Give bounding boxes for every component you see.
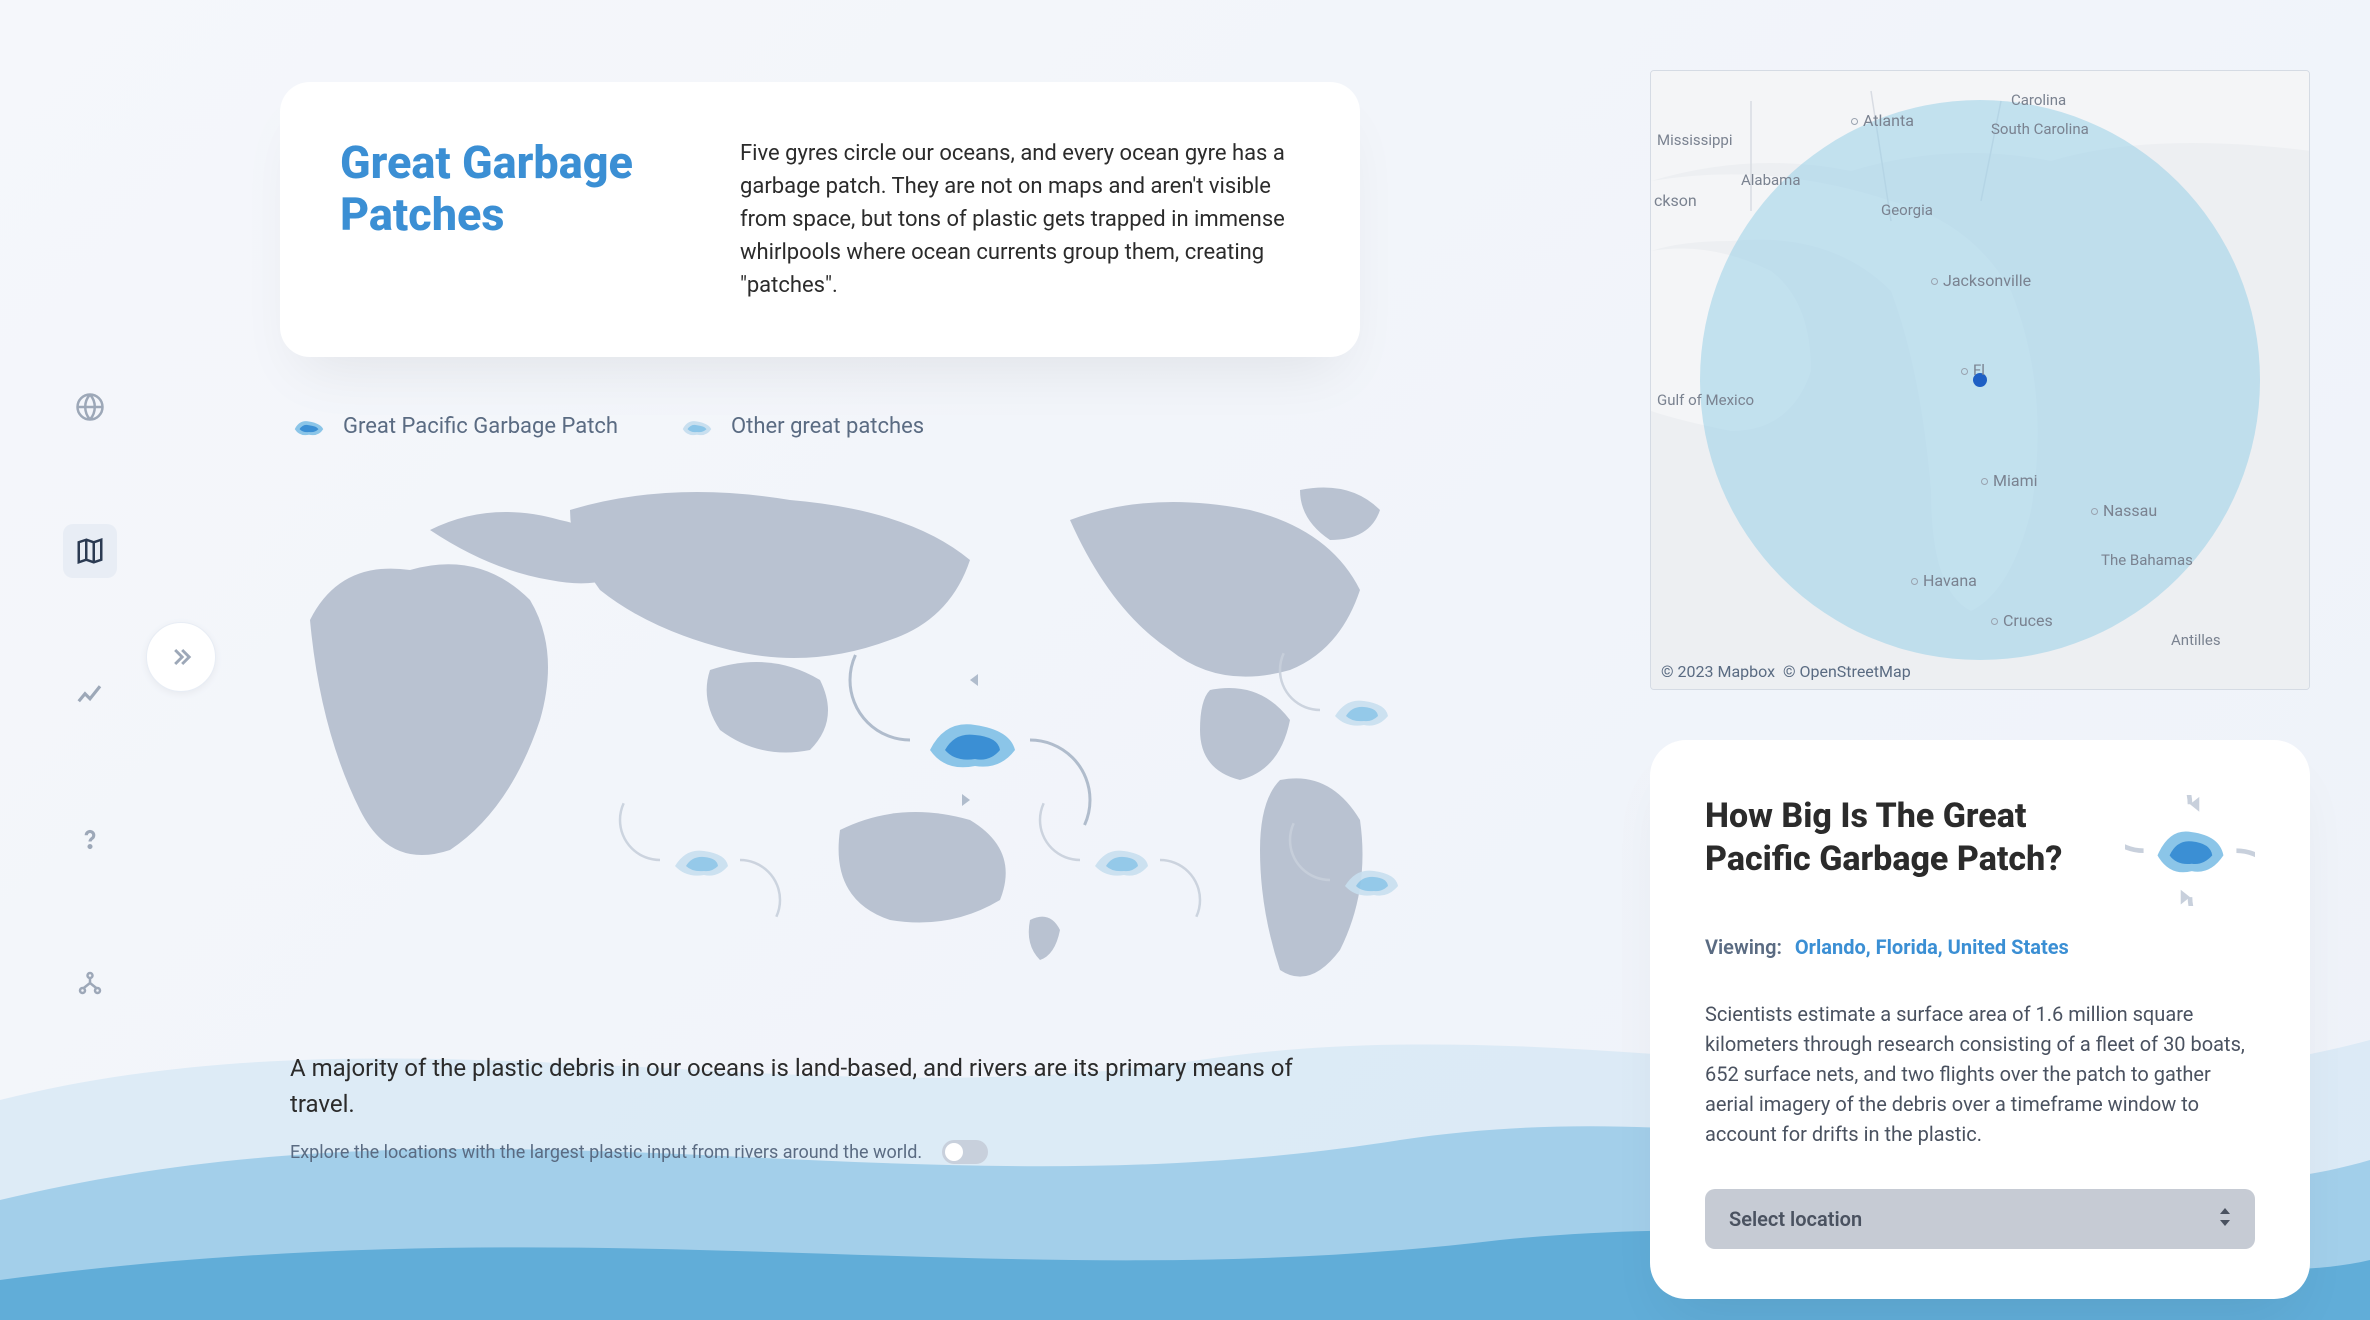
map-label: Alabama	[1741, 171, 1801, 189]
info-card: How Big Is The Great Pacific Garbage Pat…	[1650, 740, 2310, 1299]
header-card: Great Garbage Patches Five gyres circle …	[280, 82, 1360, 357]
map-label: Cruces	[1991, 611, 2053, 630]
legend-secondary: Other great patches	[678, 412, 924, 440]
globe-icon	[75, 392, 105, 422]
map-label: ckson	[1654, 191, 1697, 210]
legend-swatch-primary	[290, 412, 328, 440]
map-label: Carolina	[2011, 91, 2066, 109]
location-map[interactable]: Atlanta Carolina South Carolina Alabama …	[1650, 70, 2310, 690]
info-description: Scientists estimate a surface area of 1.…	[1705, 999, 2255, 1149]
map-label: Atlanta	[1851, 111, 1914, 130]
legend-primary: Great Pacific Garbage Patch	[290, 412, 618, 440]
sidebar-item-chart[interactable]	[63, 668, 117, 722]
map-label: South Carolina	[1991, 121, 2089, 138]
legend: Great Pacific Garbage Patch Other great …	[290, 412, 1360, 440]
footer-sub-text: Explore the locations with the largest p…	[290, 1142, 922, 1163]
map-icon	[75, 536, 105, 566]
map-label: Fl	[1961, 361, 1985, 379]
right-panel: Atlanta Carolina South Carolina Alabama …	[1650, 70, 2310, 1299]
patch-gyre-icon	[2125, 795, 2255, 915]
footer-main-text: A majority of the plastic debris in our …	[290, 1050, 1360, 1122]
map-label: The Bahamas	[2101, 551, 2193, 569]
viewing-value: Orlando, Florida, United States	[1795, 935, 2069, 959]
info-title: How Big Is The Great Pacific Garbage Pat…	[1705, 795, 2125, 880]
map-attribution: © 2023 Mapbox © OpenStreetMap	[1661, 662, 1911, 681]
updown-icon	[2219, 1208, 2231, 1230]
page-description: Five gyres circle our oceans, and every …	[740, 137, 1300, 302]
legend-secondary-label: Other great patches	[731, 414, 924, 439]
chevron-right-double-icon	[167, 643, 195, 671]
viewing-row: Viewing: Orlando, Florida, United States	[1705, 935, 2255, 959]
map-label: Gulf of Mexico	[1657, 391, 1754, 409]
map-label: Jacksonville	[1931, 271, 2031, 290]
chart-icon	[75, 680, 105, 710]
sidebar-item-help[interactable]	[63, 812, 117, 866]
sidebar-item-globe[interactable]	[63, 380, 117, 434]
rivers-toggle[interactable]	[942, 1140, 988, 1164]
map-label: Miami	[1981, 471, 2037, 490]
viewing-label: Viewing:	[1705, 935, 1782, 959]
map-label: Georgia	[1881, 201, 1933, 219]
world-map	[250, 470, 1400, 1010]
sidebar-item-map[interactable]	[63, 524, 117, 578]
map-label: Havana	[1911, 571, 1977, 590]
map-label: Antilles	[2171, 631, 2221, 649]
select-location-label: Select location	[1729, 1207, 1862, 1231]
sidebar-item-share[interactable]	[63, 956, 117, 1010]
page-title: Great Garbage Patches	[340, 137, 690, 302]
footer: A majority of the plastic debris in our …	[290, 1050, 1360, 1164]
select-location-button[interactable]: Select location	[1705, 1189, 2255, 1249]
help-icon	[75, 824, 105, 854]
map-label: Nassau	[2091, 501, 2157, 520]
expand-sidebar-button[interactable]	[146, 622, 216, 692]
main-content: Great Garbage Patches Five gyres circle …	[280, 82, 1360, 1164]
share-icon	[75, 968, 105, 998]
legend-swatch-secondary	[678, 412, 716, 440]
map-label: Mississippi	[1657, 131, 1733, 149]
legend-primary-label: Great Pacific Garbage Patch	[343, 414, 618, 439]
